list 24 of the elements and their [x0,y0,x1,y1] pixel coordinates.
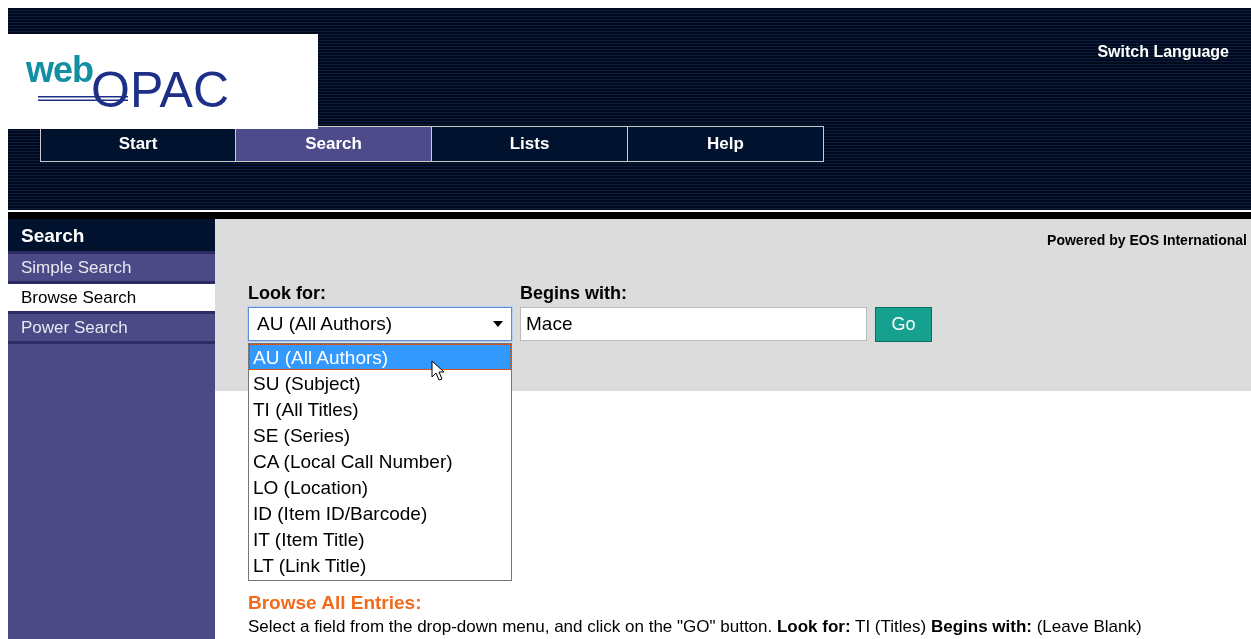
mouse-pointer-icon [431,360,445,382]
nav-tab[interactable]: Search [236,126,432,162]
look-for-dropdown[interactable]: AU (All Authors) [248,307,512,341]
sidebar-item[interactable]: Browse Search [8,284,215,314]
logo-text: web [26,52,93,88]
field-label: Begins with: [520,283,628,304]
nav-tab[interactable]: Lists [432,126,628,162]
dropdown-option[interactable]: CA (Local Call Number) [249,448,511,474]
help-heading: Browse All Entries: [248,591,423,615]
dropdown-option[interactable]: TI (All Titles) [249,396,511,422]
dropdown-option[interactable]: SU (Subject) [249,370,511,396]
nav-tab[interactable]: Help [628,126,824,162]
sidebar-title: Search [8,219,215,254]
dropdown-option[interactable]: ID (Item ID/Barcode) [249,500,511,526]
begins-with-field[interactable]: Mace [520,307,867,341]
help-text: Select a field from the drop-down menu, and click on the "GO" button. Look for: TI (Titles) Begins with: (Leave Blank) [248,616,1143,638]
powered-by-text: Powered by EOS International [1046,231,1247,248]
caret-icon [493,321,503,327]
dropdown-option[interactable]: LO (Location) [249,474,511,500]
switch-language-link[interactable]: Switch Language [1097,43,1229,61]
dropdown-option[interactable]: IT (Item Title) [249,526,511,552]
dropdown-option[interactable]: SE (Series) [249,422,511,448]
dropdown-option[interactable]: LT (Link Title) [249,552,511,578]
field-label: Look for: [248,283,327,304]
